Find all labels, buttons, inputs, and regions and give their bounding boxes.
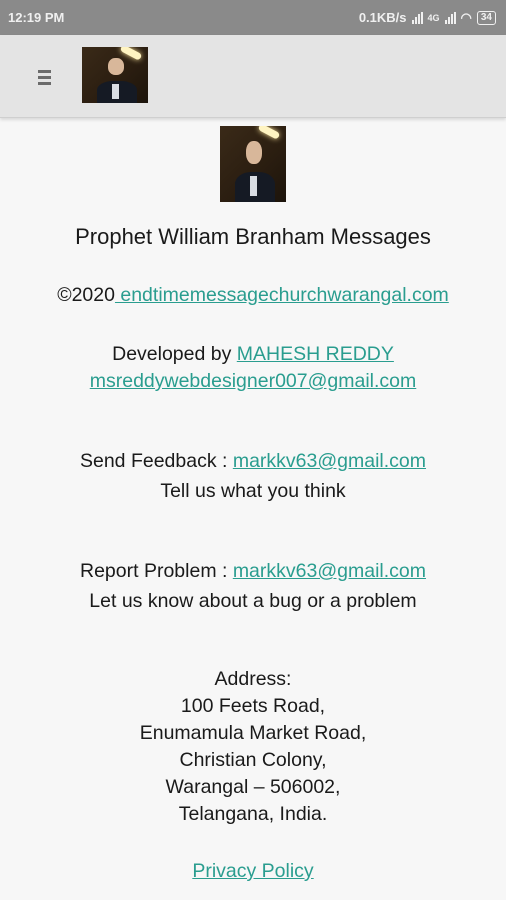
app-bar <box>0 35 506 118</box>
address-line-1: 100 Feets Road, <box>180 695 326 717</box>
copyright-text: ©2020 <box>57 284 115 306</box>
address-line-3: Christian Colony, <box>179 749 327 771</box>
developer-email-link[interactable]: msreddywebdesigner007@gmail.com <box>90 370 417 392</box>
report-label: Report Problem : <box>80 560 233 582</box>
address-line-2: Enumamula Market Road, <box>139 722 367 744</box>
battery-icon: 34 <box>476 10 496 25</box>
status-indicators: 0.1KB/s 4G ◠ 34 <box>359 10 496 26</box>
profile-photo <box>220 126 286 202</box>
hamburger-menu-icon[interactable] <box>38 70 51 85</box>
app-bar-avatar <box>82 47 148 103</box>
report-note: Let us know about a bug or a problem <box>89 590 417 612</box>
address-line-5: Telangana, India. <box>178 803 328 825</box>
status-time: 12:19 PM <box>8 10 65 25</box>
developer-email-line: msreddywebdesigner007@gmail.com <box>0 368 506 395</box>
feedback-label: Send Feedback : <box>79 450 233 472</box>
signal-icon <box>411 11 423 24</box>
network-speed: 0.1KB/s <box>358 10 407 25</box>
report-email-link[interactable]: markkv63@gmail.com <box>233 560 426 582</box>
wifi-icon: ◠ <box>460 9 472 25</box>
address-line-4: Warangal – 506002, <box>165 776 341 798</box>
about-content: Prophet William Branham Messages ©2020 e… <box>0 126 506 885</box>
network-type-1: 4G <box>427 12 440 23</box>
developed-by-label: Developed by <box>112 343 237 365</box>
status-bar: 12:19 PM 0.1KB/s 4G ◠ 34 <box>0 0 506 35</box>
address-label: Address: <box>214 668 292 690</box>
copyright-line: ©2020 endtimemessagechurchwarangal.com <box>0 282 506 309</box>
report-line: Report Problem : markkv63@gmail.com <box>0 558 506 585</box>
privacy-line: Privacy Policy <box>0 858 506 885</box>
app-title: Prophet William Branham Messages <box>75 224 431 249</box>
website-link[interactable]: endtimemessagechurchwarangal.com <box>115 284 448 306</box>
developed-by-line: Developed by MAHESH REDDY <box>0 341 506 368</box>
battery-level: 34 <box>480 11 492 23</box>
privacy-policy-link[interactable]: Privacy Policy <box>192 860 313 882</box>
signal-icon-2 <box>444 11 456 24</box>
feedback-note: Tell us what you think <box>160 480 346 502</box>
developer-name-link[interactable]: MAHESH REDDY <box>237 343 394 365</box>
feedback-line: Send Feedback : markkv63@gmail.com <box>0 448 506 475</box>
feedback-email-link[interactable]: markkv63@gmail.com <box>233 450 426 472</box>
